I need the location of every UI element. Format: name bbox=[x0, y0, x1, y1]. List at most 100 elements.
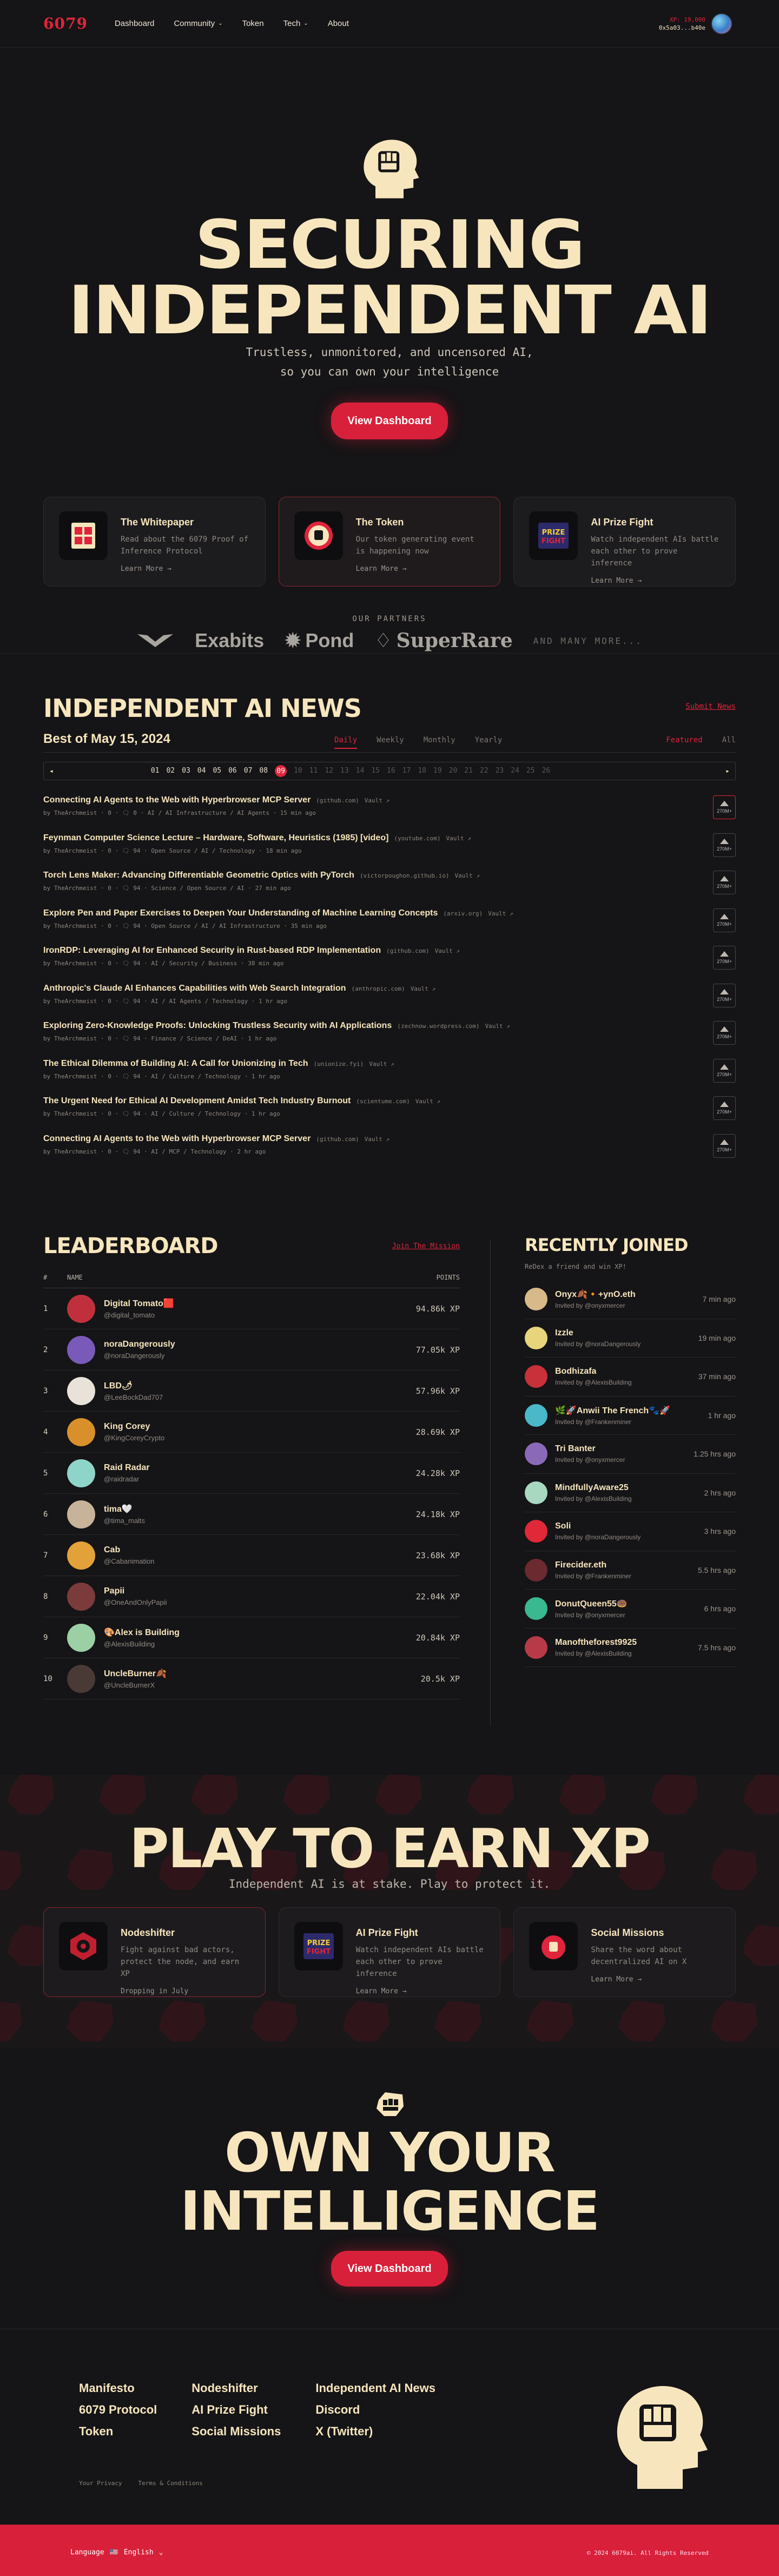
day-item[interactable]: 18 bbox=[418, 767, 426, 775]
recently-joined-row[interactable]: 🌿🚀Anwii The French🐾🚀 Invited by @Frankenm… bbox=[525, 1396, 736, 1435]
day-item[interactable]: 04 bbox=[197, 767, 206, 775]
news-item-title[interactable]: Explore Pen and Paper Exercises to Deepe… bbox=[43, 908, 438, 918]
day-item[interactable]: 07 bbox=[244, 767, 253, 775]
learn-more-link[interactable]: Learn More → bbox=[591, 577, 720, 585]
leaderboard-row[interactable]: 10 UncleBurner🍂 @UncleBurnerX 20.5k XP bbox=[43, 1658, 460, 1699]
learn-more-link[interactable]: Learn More → bbox=[356, 1987, 485, 1995]
upvote-button[interactable]: 270M+ bbox=[713, 795, 736, 819]
news-item-title[interactable]: Feynman Computer Science Lecture – Hardw… bbox=[43, 833, 388, 843]
upvote-button[interactable]: 270M+ bbox=[713, 1134, 736, 1158]
day-item[interactable]: 13 bbox=[340, 767, 349, 775]
leaderboard-row[interactable]: 6 tima🤍 @tima_malts 24.18k XP bbox=[43, 1494, 460, 1535]
day-item[interactable]: 06 bbox=[228, 767, 237, 775]
recently-joined-row[interactable]: MindfullyAware25 Invited by @AlexisBuildi… bbox=[525, 1474, 736, 1512]
language-selector[interactable]: Language 🇺🇸 English ⌄ bbox=[70, 2548, 163, 2557]
vault-link[interactable]: Vault ↗ bbox=[369, 1060, 394, 1068]
submit-news-link[interactable]: Submit News bbox=[685, 702, 736, 711]
card-social-missions[interactable]: Social Missions Share the word about dec… bbox=[513, 1907, 736, 1997]
upvote-button[interactable]: 270M+ bbox=[713, 1096, 736, 1120]
footer-link[interactable]: X (Twitter) bbox=[315, 2421, 435, 2442]
vault-link[interactable]: Vault ↗ bbox=[365, 1136, 390, 1143]
vault-link[interactable]: Vault ↗ bbox=[488, 910, 513, 917]
upvote-button[interactable]: 270M+ bbox=[713, 1058, 736, 1083]
news-item[interactable]: The Urgent Need for Ethical AI Developme… bbox=[43, 1096, 736, 1134]
recently-joined-row[interactable]: DonutQueen55🍩 Invited by @onyxmercer 6 hrs… bbox=[525, 1590, 736, 1629]
recently-joined-row[interactable]: Izzle Invited by @noraDangerously 19 min a… bbox=[525, 1319, 736, 1358]
news-item[interactable]: IronRDP: Leveraging AI for Enhanced Secu… bbox=[43, 946, 736, 984]
upvote-button[interactable]: 270M+ bbox=[713, 983, 736, 1007]
day-item[interactable]: 10 bbox=[294, 767, 302, 775]
join-mission-link[interactable]: Join The Mission bbox=[392, 1242, 460, 1250]
tab-yearly[interactable]: Yearly bbox=[475, 736, 503, 749]
leaderboard-row[interactable]: 7 Cab @Cabanimation 23.68k XP bbox=[43, 1535, 460, 1576]
upvote-button[interactable]: 270M+ bbox=[713, 833, 736, 857]
tab-daily[interactable]: Daily bbox=[334, 736, 358, 749]
arrow-left-icon[interactable]: ◂ bbox=[49, 767, 54, 775]
news-item[interactable]: Exploring Zero-Knowledge Proofs: Unlocki… bbox=[43, 1021, 736, 1059]
footer-link[interactable]: Social Missions bbox=[192, 2421, 281, 2442]
footer-link[interactable]: AI Prize Fight bbox=[192, 2399, 281, 2421]
card-token[interactable]: The Token Our token generating event is … bbox=[278, 497, 501, 587]
upvote-button[interactable]: 270M+ bbox=[713, 908, 736, 932]
terms-link[interactable]: Terms & Conditions bbox=[138, 2480, 202, 2487]
news-item-title[interactable]: Torch Lens Maker: Advancing Differentiab… bbox=[43, 871, 354, 880]
footer-link[interactable]: Manifesto bbox=[79, 2377, 157, 2399]
footer-link[interactable]: 6079 Protocol bbox=[79, 2399, 157, 2421]
news-item[interactable]: Connecting AI Agents to the Web with Hyp… bbox=[43, 1134, 736, 1172]
day-item[interactable]: 15 bbox=[371, 767, 380, 775]
footer-link[interactable]: Token bbox=[79, 2421, 157, 2442]
recently-joined-row[interactable]: Manoftheforest9925 Invited by @AlexisBuil… bbox=[525, 1629, 736, 1667]
footer-link[interactable]: Discord bbox=[315, 2399, 435, 2421]
recently-joined-row[interactable]: Bodhizafa Invited by @AlexisBuilding 37 mi… bbox=[525, 1358, 736, 1396]
view-dashboard-button[interactable]: View Dashboard bbox=[331, 2251, 448, 2287]
arrow-right-icon[interactable]: ▸ bbox=[725, 767, 730, 775]
learn-more-link[interactable]: Learn More → bbox=[356, 565, 485, 573]
view-dashboard-button[interactable]: View Dashboard bbox=[331, 403, 448, 439]
day-item[interactable]: 19 bbox=[433, 767, 442, 775]
news-item-title[interactable]: Connecting AI Agents to the Web with Hyp… bbox=[43, 795, 311, 805]
leaderboard-row[interactable]: 5 Raid Radar @raidradar 24.28k XP bbox=[43, 1453, 460, 1494]
upvote-button[interactable]: 270M+ bbox=[713, 946, 736, 970]
learn-more-link[interactable]: Learn More → bbox=[121, 565, 250, 573]
logo[interactable]: 6079 bbox=[43, 15, 88, 32]
day-item[interactable]: 12 bbox=[325, 767, 333, 775]
day-item[interactable]: 05 bbox=[213, 767, 221, 775]
day-item[interactable]: 16 bbox=[387, 767, 395, 775]
day-item[interactable]: 02 bbox=[166, 767, 175, 775]
tab-all[interactable]: All bbox=[722, 736, 736, 745]
news-item-title[interactable]: Connecting AI Agents to the Web with Hyp… bbox=[43, 1134, 311, 1144]
vault-link[interactable]: Vault ↗ bbox=[365, 797, 390, 804]
footer-link[interactable]: Nodeshifter bbox=[192, 2377, 281, 2399]
recently-joined-row[interactable]: Onyx🍂🔸+ynO.eth Invited by @onyxmercer 7 mi… bbox=[525, 1280, 736, 1319]
day-item[interactable]: 11 bbox=[309, 767, 318, 775]
day-item[interactable]: 09 bbox=[275, 765, 287, 777]
day-item[interactable]: 20 bbox=[449, 767, 458, 775]
vault-link[interactable]: Vault ↗ bbox=[455, 872, 480, 879]
news-item[interactable]: Torch Lens Maker: Advancing Differentiab… bbox=[43, 871, 736, 908]
wallet-widget[interactable]: XP: 19,000 0x5a03...b40e bbox=[659, 13, 732, 35]
day-item[interactable]: 26 bbox=[542, 767, 551, 775]
leaderboard-row[interactable]: 2 noraDangerously @noraDangerously 77.05k X… bbox=[43, 1329, 460, 1371]
news-item-title[interactable]: The Ethical Dilemma of Building AI: A Ca… bbox=[43, 1059, 308, 1069]
card-ai-prize-fight[interactable]: PRIZE FIGHT AI Prize Fight Watch independ… bbox=[513, 497, 736, 587]
leaderboard-row[interactable]: 8 Papii @OneAndOnlyPapii 22.04k XP bbox=[43, 1576, 460, 1617]
nav-tech[interactable]: Tech ⌄ bbox=[283, 19, 308, 28]
tab-monthly[interactable]: Monthly bbox=[424, 736, 455, 749]
avatar[interactable] bbox=[711, 13, 732, 35]
day-item[interactable]: 01 bbox=[151, 767, 160, 775]
news-item-title[interactable]: IronRDP: Leveraging AI for Enhanced Secu… bbox=[43, 946, 381, 956]
leaderboard-row[interactable]: 1 Digital Tomato🟥 @digital_tomato 94.86k XP bbox=[43, 1288, 460, 1329]
news-item[interactable]: Connecting AI Agents to the Web with Hyp… bbox=[43, 795, 736, 833]
news-item[interactable]: Feynman Computer Science Lecture – Hardw… bbox=[43, 833, 736, 871]
vault-link[interactable]: Vault ↗ bbox=[446, 835, 471, 842]
vault-link[interactable]: Vault ↗ bbox=[415, 1098, 440, 1105]
upvote-button[interactable]: 270M+ bbox=[713, 1021, 736, 1045]
news-item[interactable]: The Ethical Dilemma of Building AI: A Ca… bbox=[43, 1058, 736, 1097]
nav-community[interactable]: Community ⌄ bbox=[174, 19, 222, 28]
news-item-title[interactable]: The Urgent Need for Ethical AI Developme… bbox=[43, 1096, 351, 1106]
recently-joined-row[interactable]: Tri Banter Invited by @onyxmercer 1.25 hrs… bbox=[525, 1435, 736, 1474]
vault-link[interactable]: Vault ↗ bbox=[485, 1023, 510, 1030]
nav-dashboard[interactable]: Dashboard bbox=[115, 19, 154, 28]
vault-link[interactable]: Vault ↗ bbox=[435, 947, 460, 954]
vault-link[interactable]: Vault ↗ bbox=[411, 985, 435, 992]
